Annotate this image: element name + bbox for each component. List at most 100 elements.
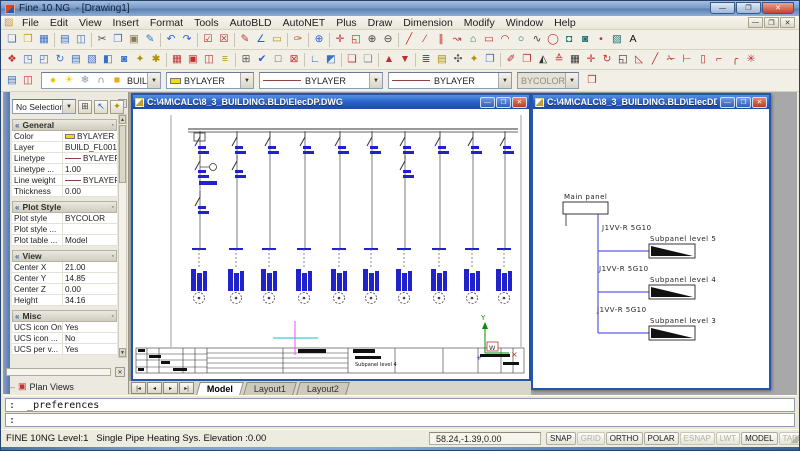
linetype-combo[interactable]: BYLAYER ▼	[259, 72, 383, 89]
bld-levels-icon[interactable]: ≡	[217, 52, 233, 68]
property-value[interactable]: 0.00	[62, 284, 117, 294]
spell-check-icon[interactable]: ☑	[200, 32, 216, 48]
copy-object-icon[interactable]: ❐	[519, 52, 535, 68]
level-up-icon[interactable]: ▲	[381, 52, 397, 68]
print-preview-icon[interactable]: ◫	[73, 32, 89, 48]
elecdd-drawing[interactable]: Main panel J1VV-R 5G10 Subpanel level 5 …	[533, 109, 769, 388]
mdi-close-button[interactable]: ✕	[780, 17, 795, 28]
menu-item-modify[interactable]: Modify	[458, 17, 500, 29]
property-row[interactable]: Thickness0.00	[12, 186, 117, 197]
toggle-snap[interactable]: SNAP	[546, 432, 576, 445]
polygon-icon[interactable]: ⌂	[465, 32, 481, 48]
menu-item-tools[interactable]: Tools	[189, 17, 225, 29]
child-minimize-button[interactable]: —	[480, 97, 495, 108]
color-combo[interactable]: BYLAYER ▼	[166, 72, 254, 89]
layer-previous-icon[interactable]: ◫	[20, 73, 36, 89]
selection-combo[interactable]: No Selection ▼	[12, 99, 76, 114]
maximize-button[interactable]: ❐	[736, 2, 761, 14]
layer-manager-icon[interactable]: ▤	[4, 73, 20, 89]
zoom-center-icon[interactable]: ◳	[20, 52, 36, 68]
minimize-button[interactable]: —	[710, 2, 735, 14]
chevron-down-icon[interactable]: ▼	[498, 73, 511, 88]
paste-icon[interactable]: ▣	[126, 32, 142, 48]
palette-h-scrollbar[interactable]	[6, 368, 111, 376]
section-header-view[interactable]: «View▪	[12, 250, 117, 262]
rectangle-icon[interactable]: ▭	[481, 32, 497, 48]
tab-nav-last[interactable]: ▸|	[179, 382, 194, 394]
scale-icon[interactable]: ◱	[615, 52, 631, 68]
child-maximize-button[interactable]: ❐	[496, 97, 511, 108]
palette-tree-close-icon[interactable]: ✕	[115, 367, 125, 377]
point-icon[interactable]: •	[593, 32, 609, 48]
zoom-extents-icon[interactable]: ❖	[4, 52, 20, 68]
coordinate-readout[interactable]: 58.24,-1.39,0.00	[429, 432, 541, 445]
zoom-window-icon[interactable]: ◱	[348, 32, 364, 48]
tab-nav-first[interactable]: |◂	[131, 382, 146, 394]
layer-states-icon[interactable]: ▤	[434, 52, 450, 68]
property-value[interactable]: BUILD_FL001_	[62, 142, 117, 152]
scroll-thumb[interactable]	[119, 125, 126, 183]
osnap-settings-icon[interactable]: ◩	[323, 52, 339, 68]
rotate-icon[interactable]: ↻	[599, 52, 615, 68]
toggle-grid[interactable]: GRID	[577, 432, 605, 445]
break-icon[interactable]: ▯	[695, 52, 711, 68]
menu-item-window[interactable]: Window	[500, 17, 548, 29]
ellipse-icon[interactable]: ◯	[545, 32, 561, 48]
palette-scrollbar[interactable]: ▲ ▼	[118, 114, 127, 358]
tab-model[interactable]: Model	[196, 382, 244, 395]
property-value[interactable]: Model	[62, 235, 117, 245]
property-row[interactable]: LayerBUILD_FL001_	[12, 142, 117, 153]
property-row[interactable]: LinetypeBYLAYER	[12, 153, 117, 164]
fillet-icon[interactable]: ╭	[727, 52, 743, 68]
tab-layout1[interactable]: Layout1	[243, 382, 297, 395]
render-icon[interactable]: ✦	[132, 52, 148, 68]
bld-building-icon[interactable]: ▦	[169, 52, 185, 68]
layer-combo[interactable]: ●☀❄∩■ BUILD_FL001_US ▼	[41, 72, 161, 89]
property-row[interactable]: Plot styleBYCOLOR	[12, 213, 117, 224]
property-value[interactable]: 14.85	[62, 273, 117, 283]
bld-floor-icon[interactable]: ▣	[185, 52, 201, 68]
multiline-icon[interactable]: ∥	[433, 32, 449, 48]
match-properties-icon[interactable]: ✎	[142, 32, 158, 48]
menu-item-format[interactable]: Format	[144, 17, 188, 29]
cut-icon[interactable]: ✂	[94, 32, 110, 48]
menu-item-dimension[interactable]: Dimension	[398, 17, 459, 29]
property-value[interactable]: Yes	[62, 344, 117, 354]
menu-item-autobld[interactable]: AutoBLD	[224, 17, 277, 29]
toggle-ortho[interactable]: ORTHO	[606, 432, 643, 445]
section-header-plot-style[interactable]: «Plot Style▪	[12, 201, 117, 213]
stretch-icon[interactable]: ◺	[631, 52, 647, 68]
move-icon[interactable]: ✛	[583, 52, 599, 68]
property-row[interactable]: UCS icon OnYes	[12, 322, 117, 333]
property-row[interactable]: UCS per v...Yes	[12, 344, 117, 355]
explode-icon[interactable]: ✳	[743, 52, 759, 68]
layer-on-icon[interactable]: ●	[45, 73, 61, 89]
property-row[interactable]: ColorBYLAYER	[12, 131, 117, 142]
ucs-tool-icon[interactable]: ∟	[307, 52, 323, 68]
apply-format-icon[interactable]: ❏	[360, 52, 376, 68]
construction-line-icon[interactable]: ∕	[417, 32, 433, 48]
property-value[interactable]: BYLAYER	[62, 175, 117, 185]
plot-style-icon[interactable]: ❒	[584, 73, 600, 89]
pan-icon[interactable]: ✛	[332, 32, 348, 48]
command-input[interactable]: :	[5, 413, 795, 427]
redo-icon[interactable]: ↷	[179, 32, 195, 48]
offset-icon[interactable]: ≙	[551, 52, 567, 68]
mdi-restore-button[interactable]: ❐	[764, 17, 779, 28]
text-icon[interactable]: A	[625, 32, 641, 48]
elecdd-title-bar[interactable]: C:\4M\CALC\8_3_BUILDING.BLD\ElecDD.dwg —…	[533, 95, 769, 109]
region-icon[interactable]: ⊠	[286, 52, 302, 68]
print-icon[interactable]: ▤	[57, 32, 73, 48]
aerial-view-icon[interactable]: ▧	[84, 52, 100, 68]
lineweight-combo[interactable]: BYLAYER ▼	[388, 72, 512, 89]
toggle-pickadd-icon[interactable]: ⊞	[78, 100, 92, 114]
zoom-previous-icon[interactable]: ◰	[36, 52, 52, 68]
named-views-icon[interactable]: ▤	[68, 52, 84, 68]
hatch-icon[interactable]: ▨	[609, 32, 625, 48]
brush-icon[interactable]: ✑	[290, 32, 306, 48]
level-down-icon[interactable]: ▼	[397, 52, 413, 68]
toggle-model[interactable]: MODEL	[741, 432, 777, 445]
spline-icon[interactable]: ∿	[529, 32, 545, 48]
rectangle-tool-icon[interactable]: □	[270, 52, 286, 68]
menu-item-autonet[interactable]: AutoNET	[277, 17, 331, 29]
